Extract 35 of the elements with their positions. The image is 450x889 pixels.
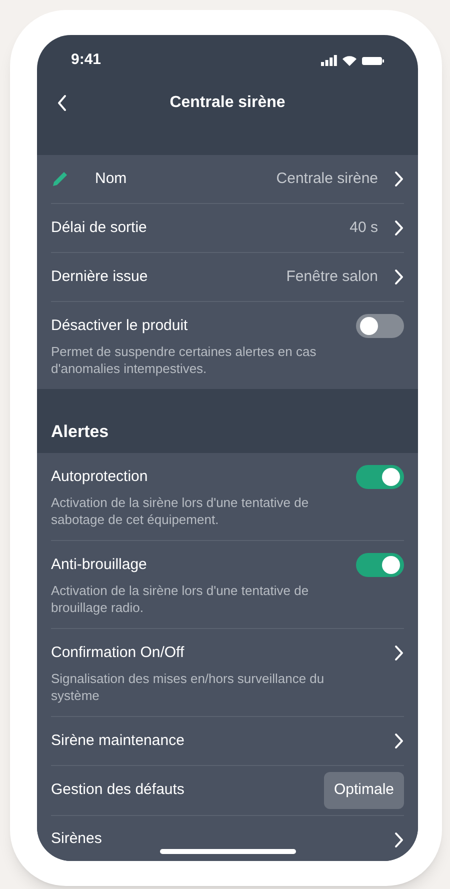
chevron-right-icon <box>394 733 404 749</box>
section-heading: Alertes <box>51 420 109 442</box>
battery-icon <box>362 56 384 66</box>
optimale-button[interactable]: Optimale <box>324 772 404 808</box>
setting-label: Gestion des défauts <box>51 780 186 800</box>
chevron-right-icon <box>394 220 404 236</box>
setting-description: Signalisation des mises en/hors surveillance du système <box>51 670 326 704</box>
setting-value: 40 s <box>350 218 378 238</box>
status-time: 9:41 <box>71 50 102 70</box>
setting-description: Permet de suspendre certaines alertes en cas d'anomalies intempestives. <box>51 343 318 377</box>
setting-value: Centrale sirène <box>276 168 378 189</box>
back-button[interactable] <box>57 94 69 112</box>
wifi-icon <box>342 55 357 66</box>
setting-label: Délai de sortie <box>51 218 148 238</box>
setting-label: Désactiver le produit <box>51 316 189 336</box>
chevron-right-icon <box>394 269 404 285</box>
setting-label: Confirmation On/Off <box>51 642 186 663</box>
setting-label: Anti-brouillage <box>51 554 148 575</box>
chevron-right-icon <box>394 832 404 848</box>
setting-label: Autoprotection <box>51 466 149 487</box>
signal-icon <box>321 55 337 66</box>
pencil-icon <box>51 169 70 188</box>
setting-description: Activation de la sirène lors d'une tentative de brouillage radio. <box>51 582 310 616</box>
chevron-right-icon <box>394 171 404 187</box>
setting-label: Nom <box>95 168 128 189</box>
toggle-switch[interactable] <box>356 465 404 489</box>
toggle-switch[interactable] <box>356 553 404 577</box>
setting-value: Fenêtre salon <box>286 266 378 287</box>
chevron-right-icon <box>394 645 404 661</box>
setting-label: Sirènes <box>51 829 103 850</box>
setting-description: Activation de la sirène lors d'une tentative de sabotage de cet équipement. <box>51 494 310 528</box>
screen-title: Centrale sirène <box>170 93 286 113</box>
setting-label: Dernière issue <box>51 266 149 287</box>
toggle-switch[interactable] <box>356 314 404 338</box>
setting-label: Sirène maintenance <box>51 730 186 751</box>
